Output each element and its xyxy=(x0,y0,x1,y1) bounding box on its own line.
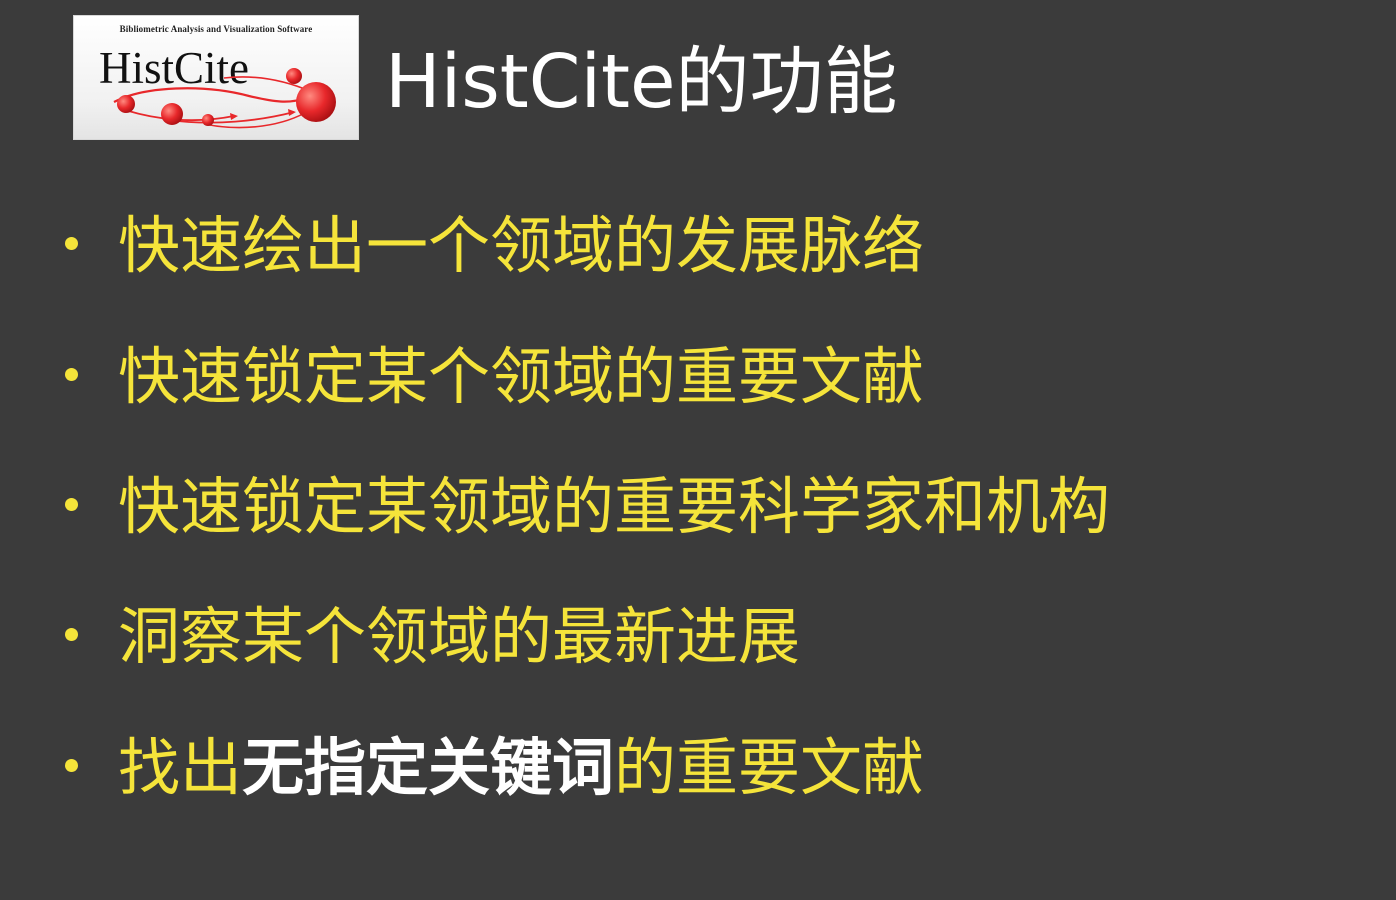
list-item: 快速绘出一个领域的发展脉络 xyxy=(65,206,924,286)
list-item-text: 快速锁定某个领域的重要文献 xyxy=(118,340,925,413)
bullet-icon xyxy=(65,237,78,251)
bullet-icon xyxy=(65,368,78,382)
list-item: 快速锁定某个领域的重要文献 xyxy=(65,337,924,417)
slide: Bibliometric Analysis and Visualization … xyxy=(0,0,1396,900)
list-item-text: 快速锁定某领域的重要科学家和机构 xyxy=(118,470,1111,543)
list-item-text-before: 找出 xyxy=(118,731,243,804)
list-item-text: 快速绘出一个领域的发展脉络 xyxy=(118,209,925,282)
list-item: 洞察某个领域的最新进展 xyxy=(65,597,800,677)
list-item: 快速锁定某领域的重要科学家和机构 xyxy=(65,467,1110,547)
histcite-logo: Bibliometric Analysis and Visualization … xyxy=(73,15,359,140)
highlighted-keyword-text: 无指定关键词 xyxy=(242,731,615,804)
bullet-icon xyxy=(65,498,78,512)
list-item: 找出无指定关键词的重要文献 xyxy=(65,728,924,808)
slide-title: HistCite的功能 xyxy=(385,39,898,125)
list-item-text: 洞察某个领域的最新进展 xyxy=(118,600,801,673)
citation-network-icon xyxy=(113,68,336,129)
bullet-icon xyxy=(65,759,78,773)
list-item-text-after: 的重要文献 xyxy=(614,731,925,804)
bullet-icon xyxy=(65,628,78,642)
